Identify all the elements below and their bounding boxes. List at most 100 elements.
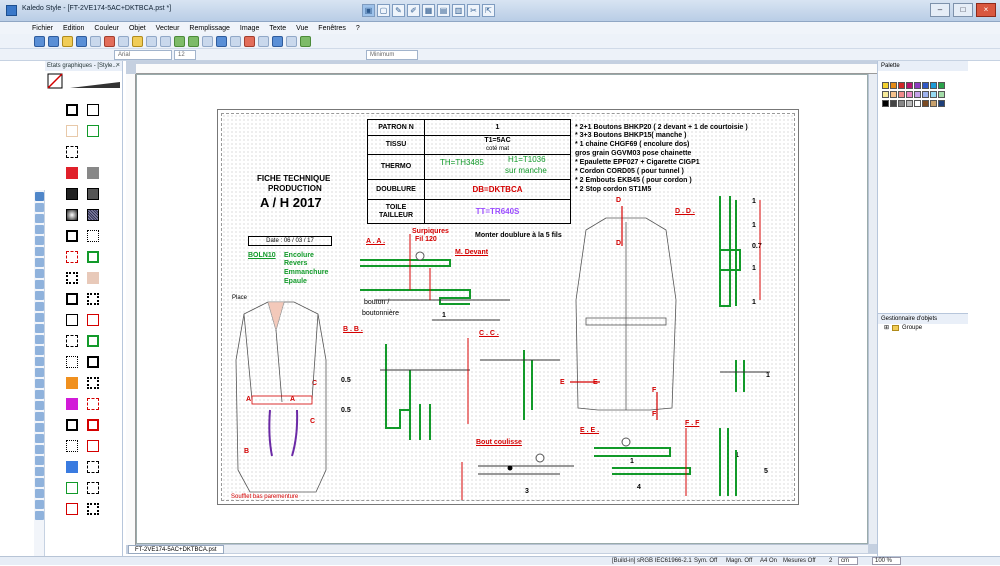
export-icon[interactable]: ⇱ (482, 4, 495, 17)
delete-icon[interactable] (244, 35, 255, 47)
style-white[interactable] (87, 146, 99, 158)
line-mode-select[interactable]: Minimum (366, 50, 418, 60)
open-icon[interactable] (48, 35, 59, 47)
ungroup-icon[interactable] (188, 35, 199, 47)
unit-select[interactable]: cm (838, 557, 858, 565)
text-tool-icon[interactable] (35, 291, 44, 300)
style-red-thin[interactable] (87, 314, 99, 326)
color-icon[interactable] (300, 35, 311, 47)
style-blue-fill[interactable] (66, 461, 78, 473)
style-thin2[interactable] (66, 314, 78, 326)
redo-icon[interactable] (160, 35, 171, 47)
polygon-tool-icon[interactable] (35, 269, 44, 278)
hand-icon[interactable] (272, 35, 283, 47)
swatch-mint[interactable] (938, 91, 945, 98)
style-dot5[interactable] (66, 440, 78, 452)
style-dash6[interactable] (87, 482, 99, 494)
document-tab[interactable]: FT-2VE174-5AC+DKTBCA.pst (128, 545, 224, 554)
stamp-tool-icon[interactable] (35, 423, 44, 432)
zoom-select[interactable]: 100 % (872, 557, 902, 565)
horizontal-scrollbar[interactable] (136, 544, 868, 553)
style-dashed-thick[interactable] (66, 230, 78, 242)
swatch-dark-grey[interactable] (890, 100, 897, 107)
tree-item[interactable]: ⊞ Groupe (884, 324, 922, 331)
brush-icon[interactable]: ✐ (407, 4, 420, 17)
eyedropper-tool-icon[interactable] (35, 390, 44, 399)
swatch-light-magenta[interactable] (906, 91, 913, 98)
minimize-button[interactable]: – (930, 3, 950, 17)
swatch-green[interactable] (938, 82, 945, 89)
close-button[interactable]: × (976, 3, 996, 17)
menu-image[interactable]: Image (240, 25, 259, 32)
style-dotted-thick[interactable] (66, 272, 78, 284)
color-indicator[interactable] (46, 72, 122, 94)
style-skin[interactable] (87, 272, 99, 284)
style-dot4[interactable] (87, 377, 99, 389)
mirror-tool-icon[interactable] (35, 357, 44, 366)
maximize-button[interactable]: □ (953, 3, 973, 17)
style-dash2[interactable] (66, 293, 78, 305)
swatch-tan[interactable] (930, 100, 937, 107)
menu-edition[interactable]: Edition (63, 25, 84, 32)
print-icon[interactable] (90, 35, 101, 47)
style-dot2[interactable] (87, 293, 99, 305)
style-thick-black[interactable] (66, 104, 78, 116)
style-red-thin3[interactable] (66, 503, 78, 515)
lasso-tool-icon[interactable] (35, 456, 44, 465)
group-icon[interactable] (174, 35, 185, 47)
style-dark-fill[interactable] (87, 188, 99, 200)
smudge-tool-icon[interactable] (35, 434, 44, 443)
rotate-tool-icon[interactable] (35, 335, 44, 344)
style-green-dashed[interactable] (87, 251, 99, 263)
swatch-sky[interactable] (930, 91, 937, 98)
style-dash4[interactable] (87, 356, 99, 368)
align-icon[interactable] (202, 35, 213, 47)
menu-help[interactable]: ? (356, 25, 360, 32)
brush-tool-icon[interactable] (35, 401, 44, 410)
swatch-light-grey[interactable] (906, 100, 913, 107)
swatch-cyan[interactable] (930, 82, 937, 89)
rotate-icon[interactable] (286, 35, 297, 47)
cut-tool-icon[interactable] (104, 35, 115, 47)
style-dot3[interactable] (66, 356, 78, 368)
eraser-tool-icon[interactable] (35, 412, 44, 421)
menu-vecteur[interactable]: Vecteur (156, 25, 180, 32)
swatch-brown[interactable] (922, 100, 929, 107)
hand-tool-icon[interactable] (35, 489, 44, 498)
layers-icon[interactable]: ▥ (452, 4, 465, 17)
new-icon[interactable] (34, 35, 45, 47)
stitch-tool-icon[interactable] (35, 280, 44, 289)
menu-remplissage[interactable]: Remplissage (189, 25, 229, 32)
menu-texte[interactable]: Texte (269, 25, 286, 32)
workspace-layout2-icon[interactable]: ▢ (377, 4, 390, 17)
expand-icon[interactable]: ⊞ (884, 324, 889, 331)
style-beige[interactable] (66, 125, 78, 137)
folder-icon[interactable] (62, 35, 73, 47)
style-dashed[interactable] (66, 146, 78, 158)
style-dot6[interactable] (87, 503, 99, 515)
scale-tool-icon[interactable] (35, 346, 44, 355)
swatch-grey[interactable] (898, 100, 905, 107)
vertical-ruler[interactable] (126, 74, 136, 545)
swatch-red[interactable] (898, 82, 905, 89)
style-green-thick[interactable] (87, 335, 99, 347)
menu-fenetres[interactable]: Fenêtres (318, 25, 346, 32)
tools-icon[interactable]: ✎ (392, 4, 405, 17)
swatch-light-yellow[interactable] (882, 91, 889, 98)
layer-tool-icon[interactable] (35, 511, 44, 520)
scissors-tool-icon[interactable] (35, 313, 44, 322)
rect-tool-icon[interactable] (35, 247, 44, 256)
vertical-scrollbar[interactable] (868, 74, 877, 544)
style-red-thin2[interactable] (87, 440, 99, 452)
style-grey-fill[interactable] (87, 167, 99, 179)
swatch-white[interactable] (914, 100, 921, 107)
menu-objet[interactable]: Objet (129, 25, 146, 32)
color-tool-icon[interactable] (35, 500, 44, 509)
style-orange-fill[interactable] (66, 377, 78, 389)
swatch-orange[interactable] (890, 82, 897, 89)
style-dash5[interactable] (87, 461, 99, 473)
grid-icon[interactable]: ▦ (422, 4, 435, 17)
magic-wand-tool-icon[interactable] (35, 445, 44, 454)
swatch-yellow[interactable] (882, 82, 889, 89)
swatch-purple[interactable] (914, 82, 921, 89)
